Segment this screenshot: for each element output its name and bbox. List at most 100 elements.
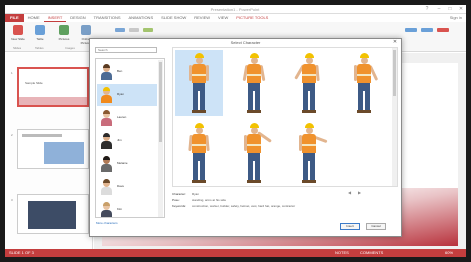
figure-vest-stripe bbox=[302, 144, 316, 146]
audio-icon[interactable] bbox=[421, 28, 433, 32]
notes-button[interactable]: NOTES bbox=[335, 249, 349, 257]
maximize-icon[interactable]: □ bbox=[446, 6, 454, 12]
group-label-images: Images bbox=[65, 46, 75, 50]
avatar-body bbox=[101, 210, 112, 217]
insert-button[interactable]: Insert bbox=[340, 223, 360, 230]
construction-worker-figure bbox=[189, 53, 209, 113]
pose-thumbnail[interactable] bbox=[285, 50, 333, 116]
pose-grid-scroll-thumb[interactable] bbox=[393, 50, 396, 96]
pictures-button[interactable]: Pictures bbox=[55, 25, 73, 41]
character-avatar bbox=[101, 179, 112, 195]
status-bar: SLIDE 1 OF 3 NOTES COMMENTS 60% bbox=[5, 249, 466, 257]
avatar-body bbox=[101, 95, 112, 103]
character-name: Kim bbox=[117, 207, 123, 211]
slide-thumbnail-3[interactable] bbox=[17, 194, 89, 234]
pose-thumbnail[interactable] bbox=[340, 50, 388, 116]
figure-head bbox=[196, 127, 203, 134]
close-icon[interactable]: ✕ bbox=[457, 6, 465, 12]
figure-leg-gap bbox=[308, 91, 310, 110]
smartart-icon[interactable] bbox=[129, 28, 139, 32]
help-icon[interactable]: ? bbox=[423, 6, 431, 12]
slide-thumbnail-1[interactable]: Sample Slide bbox=[17, 67, 89, 107]
thumbnail-caption: Sample Slide bbox=[25, 81, 43, 85]
pose-grid-scrollbar[interactable] bbox=[392, 48, 397, 186]
tab-design[interactable]: DESIGN bbox=[66, 14, 89, 22]
tab-slide-show[interactable]: SLIDE SHOW bbox=[157, 14, 190, 22]
pose-thumbnail[interactable] bbox=[175, 50, 223, 116]
minimize-icon[interactable]: – bbox=[435, 6, 443, 12]
character-list-scroll-thumb[interactable] bbox=[159, 62, 162, 142]
keywords-detail-label: Keywords: bbox=[172, 204, 187, 208]
pose-thumbnail[interactable] bbox=[175, 120, 223, 186]
tab-animations[interactable]: ANIMATIONS bbox=[125, 14, 158, 22]
avatar-body bbox=[101, 187, 112, 195]
figure-leg-gap bbox=[253, 91, 255, 110]
avatar-hair bbox=[103, 179, 110, 183]
character-avatar bbox=[101, 156, 112, 172]
figure-head bbox=[361, 57, 368, 64]
new-slide-button[interactable]: New Slide bbox=[9, 25, 27, 41]
character-search-input[interactable] bbox=[95, 47, 157, 53]
dialog-close-icon[interactable]: ✕ bbox=[391, 39, 399, 46]
pose-thumbnail[interactable] bbox=[230, 120, 278, 186]
chart-icon[interactable] bbox=[143, 28, 153, 32]
character-avatar bbox=[101, 64, 112, 80]
sign-in-link[interactable]: Sign in bbox=[450, 15, 462, 20]
cancel-button[interactable]: Cancel bbox=[366, 223, 386, 230]
table-label: Table bbox=[36, 37, 44, 41]
avatar-body bbox=[101, 164, 112, 172]
character-list-item[interactable]: Lauren bbox=[97, 107, 157, 129]
character-list-item[interactable]: Kim bbox=[97, 199, 157, 217]
character-list[interactable]: Ben Ryan Lauren Jim Melanie Dave Kim bbox=[95, 58, 165, 218]
thumbnail-title-bar bbox=[22, 134, 62, 137]
slide-counter: SLIDE 1 OF 3 bbox=[9, 250, 34, 255]
thumbnail-device-image bbox=[28, 201, 76, 229]
construction-worker-figure bbox=[299, 123, 328, 183]
figure-leg-gap bbox=[198, 91, 200, 110]
thumbnail-number-3: 3 bbox=[11, 198, 13, 202]
app-title: Presentation1 - PowerPoint bbox=[210, 7, 260, 12]
character-list-item[interactable]: Dave bbox=[97, 176, 157, 198]
figure-vest-stripe bbox=[192, 74, 206, 76]
figure-head bbox=[251, 127, 258, 134]
tab-file[interactable]: FILE bbox=[5, 14, 24, 22]
character-name: Melanie bbox=[117, 161, 128, 165]
figure-leg-gap bbox=[198, 161, 200, 180]
comments-button[interactable]: COMMENTS bbox=[360, 249, 383, 257]
tab-picture-tools[interactable]: PICTURE TOOLS bbox=[232, 14, 272, 22]
tab-home[interactable]: HOME bbox=[24, 14, 44, 22]
keywords-detail: Keywords: construction, worker, builder, … bbox=[172, 203, 398, 209]
character-list-item[interactable]: Ryan bbox=[97, 84, 157, 106]
character-list-item[interactable]: Jim bbox=[97, 130, 157, 152]
tab-transitions[interactable]: TRANSITIONS bbox=[90, 14, 125, 22]
character-list-scrollbar[interactable] bbox=[158, 60, 163, 217]
table-button[interactable]: Table bbox=[31, 25, 49, 41]
construction-worker-figure bbox=[188, 123, 210, 183]
pose-thumbnail[interactable] bbox=[230, 50, 278, 116]
pose-thumbnail[interactable] bbox=[285, 120, 333, 186]
pose-grid[interactable] bbox=[172, 47, 398, 187]
thumbnail-accent-band bbox=[19, 97, 87, 105]
slide-thumbnail-pane: 1 Sample Slide 2 3 bbox=[5, 53, 93, 249]
figure-hard-hat bbox=[250, 53, 259, 58]
zoom-level[interactable]: 60% bbox=[445, 249, 453, 257]
figure-hard-hat bbox=[195, 123, 204, 128]
avatar-hair bbox=[103, 110, 110, 114]
avatar-hair bbox=[103, 202, 110, 206]
tab-review[interactable]: REVIEW bbox=[190, 14, 214, 22]
figure-boots bbox=[192, 110, 206, 113]
shapes-icon[interactable] bbox=[115, 28, 125, 32]
figure-vest-stripe bbox=[357, 74, 371, 76]
character-list-item[interactable]: Ben bbox=[97, 61, 157, 83]
tab-view[interactable]: VIEW bbox=[214, 14, 232, 22]
video-icon[interactable] bbox=[405, 28, 417, 32]
figure-boots bbox=[302, 110, 316, 113]
more-characters-link[interactable]: More characters bbox=[96, 221, 118, 225]
character-list-item[interactable]: Melanie bbox=[97, 153, 157, 175]
figure-hard-hat bbox=[305, 53, 314, 58]
tab-insert[interactable]: INSERT bbox=[43, 14, 67, 22]
powerpoint-window: Presentation1 - PowerPoint ? – □ ✕ FILE … bbox=[5, 5, 466, 257]
new-slide-icon bbox=[13, 25, 23, 35]
slide-thumbnail-2[interactable] bbox=[17, 129, 89, 169]
screen-recording-icon[interactable] bbox=[437, 28, 449, 32]
